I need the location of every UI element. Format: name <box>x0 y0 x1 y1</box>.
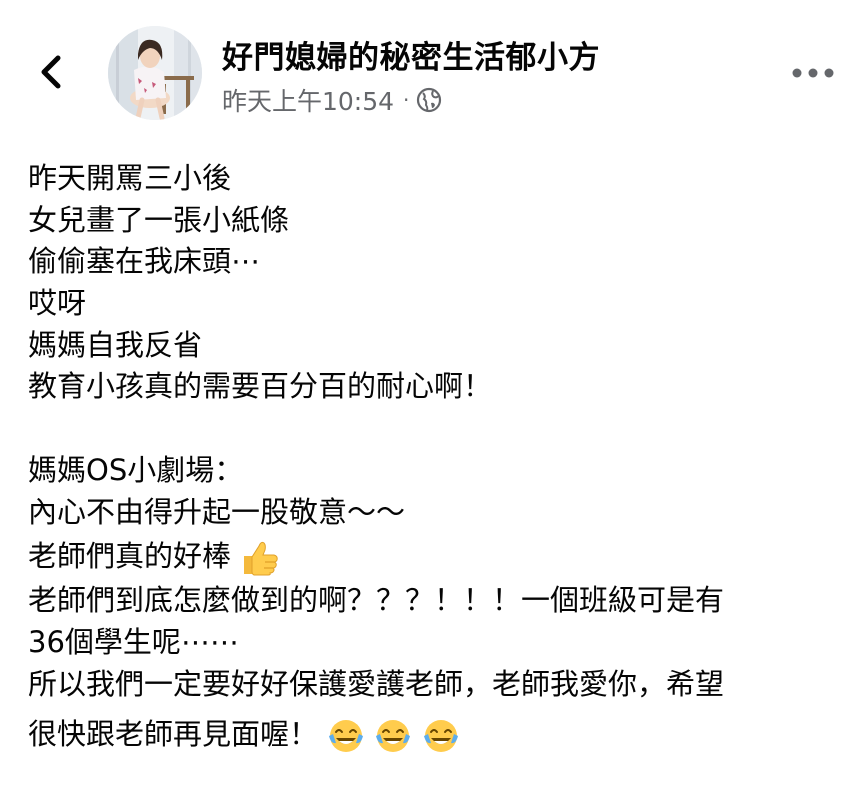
more-horizontal-icon <box>792 68 834 78</box>
post-line: 偷偷塞在我床頭⋯ <box>28 244 261 279</box>
face-with-tears-of-joy-emoji <box>376 720 411 753</box>
post-meta: 昨天上午10:54 · <box>222 84 442 116</box>
post-line: 哎呀 <box>28 286 87 321</box>
post-line: 36個學生呢⋯⋯ <box>28 624 239 659</box>
post-line: 昨天開罵三小後 <box>28 161 232 195</box>
more-options-button[interactable] <box>790 60 836 86</box>
back-button[interactable] <box>30 50 74 94</box>
post-line-with-emoji: 老師們真的好棒 <box>28 533 838 580</box>
post-line-text: 老師們真的好棒 <box>28 539 232 574</box>
post-line-text: 很快跟老師再見面喔！ <box>28 717 319 752</box>
chevron-left-icon <box>41 55 61 89</box>
post-line: 女兒畫了一張小紙條 <box>28 202 290 237</box>
post-line: 教育小孩真的需要百分百的耐心啊！ <box>28 369 493 404</box>
face-with-tears-of-joy-emoji <box>423 720 458 753</box>
thumbs-up-emoji <box>244 542 278 576</box>
post-line: 媽媽OS小劇場： <box>28 452 244 487</box>
author-name[interactable]: 好門媳婦的秘密生活郁小方 <box>222 32 600 77</box>
meta-separator: · <box>403 88 410 112</box>
post-line-with-emoji: 很快跟老師再見面喔！ <box>28 705 838 757</box>
post-header: 好門媳婦的秘密生活郁小方 昨天上午10:54 · <box>0 0 864 140</box>
post-timestamp[interactable]: 昨天上午10:54 <box>222 82 394 118</box>
author-avatar[interactable] <box>108 26 202 120</box>
face-with-tears-of-joy-emoji <box>329 720 364 753</box>
post-line: 內心不由得升起一股敬意～～ <box>28 494 406 529</box>
post-line: 所以我們一定要好好保護愛護老師，老師我愛你，希望 <box>28 666 725 701</box>
globe-icon[interactable] <box>416 87 442 113</box>
post-line: 媽媽自我反省 <box>28 327 203 362</box>
avatar-photo <box>108 26 202 120</box>
post-line: 老師們到底怎麼做到的啊？？？！！！一個班級可是有 <box>28 583 725 618</box>
post-text: 昨天開罵三小後 女兒畫了一張小紙條 偷偷塞在我床頭⋯ 哎呀 媽媽自我反省 教育小… <box>28 158 838 757</box>
